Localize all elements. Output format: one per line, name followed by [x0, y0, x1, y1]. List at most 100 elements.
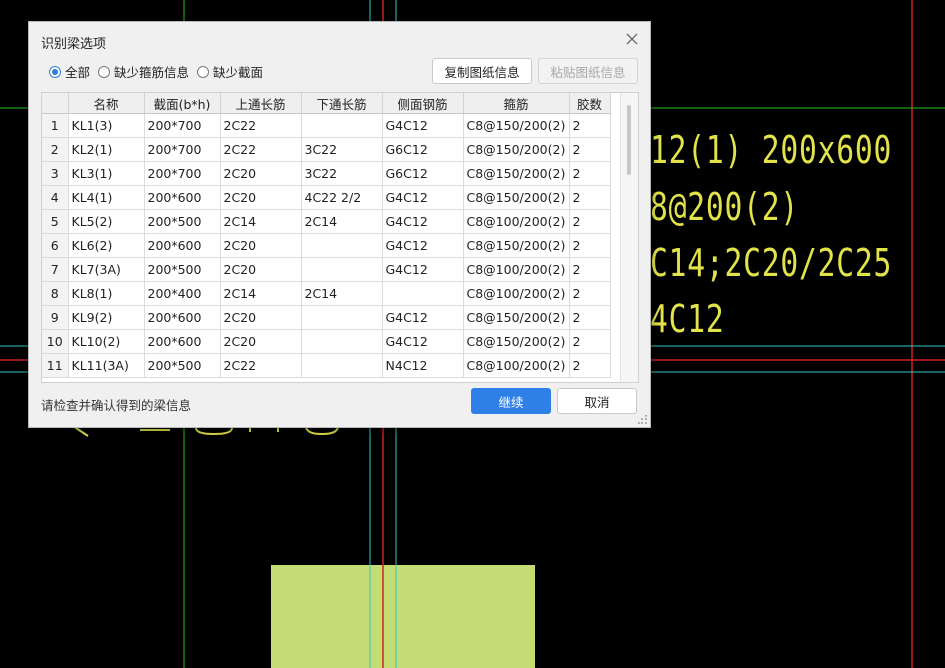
cell-stirrup[interactable]: C8@100/200(2) [463, 353, 570, 378]
cell-leg-count[interactable]: 2 [569, 161, 611, 186]
cell-stirrup[interactable]: C8@150/200(2) [463, 113, 570, 138]
cell-section-size[interactable]: 200*600 [144, 329, 221, 354]
cell-stirrup[interactable]: C8@150/200(2) [463, 137, 570, 162]
table-row[interactable]: 2 KL2(1) 200*700 2C22 3C22 G6C12 C8@150/200(2)… [42, 137, 611, 162]
cell-stirrup[interactable]: C8@100/200(2) [463, 257, 570, 282]
cell-top-rebar[interactable]: 2C14 [220, 281, 302, 306]
cell-bottom-rebar[interactable]: 3C22 [301, 137, 383, 162]
cell-stirrup[interactable]: C8@150/200(2) [463, 185, 570, 210]
cell-bottom-rebar[interactable] [301, 353, 383, 378]
cell-beam-name[interactable]: KL11(3A) [68, 353, 145, 378]
table-row[interactable]: 5 KL5(2) 200*500 2C14 2C14 G4C12 C8@100/200(2)… [42, 209, 611, 234]
table-row[interactable]: 6 KL6(2) 200*600 2C20 G4C12 C8@150/200(2) 2 [42, 233, 611, 258]
cell-section-size[interactable]: 200*600 [144, 185, 221, 210]
table-row[interactable]: 9 KL9(2) 200*600 2C20 G4C12 C8@150/200(2) 2 [42, 305, 611, 330]
cell-top-rebar[interactable]: 2C20 [220, 257, 302, 282]
cell-bottom-rebar[interactable] [301, 329, 383, 354]
cell-bottom-rebar[interactable] [301, 257, 383, 282]
cell-stirrup[interactable]: C8@150/200(2) [463, 161, 570, 186]
cell-bottom-rebar[interactable] [301, 305, 383, 330]
cell-side-rebar[interactable]: G6C12 [382, 137, 464, 162]
table-row[interactable]: 3 KL3(1) 200*700 2C20 3C22 G6C12 C8@150/200(2)… [42, 161, 611, 186]
cell-side-rebar[interactable]: N4C12 [382, 353, 464, 378]
cell-row-index[interactable]: 9 [42, 305, 69, 330]
resize-grip-icon[interactable] [638, 415, 648, 425]
table-row[interactable]: 1 KL1(3) 200*700 2C22 G4C12 C8@150/200(2) 2 [42, 113, 611, 138]
cell-side-rebar[interactable]: G4C12 [382, 209, 464, 234]
column-header-side-rebar[interactable]: 侧面钢筋 [382, 93, 464, 114]
table-row[interactable]: 10 KL10(2) 200*600 2C20 G4C12 C8@150/200(2) 2 [42, 329, 611, 354]
cell-beam-name[interactable]: KL3(1) [68, 161, 145, 186]
cell-top-rebar[interactable]: 2C14 [220, 209, 302, 234]
cell-row-index[interactable]: 7 [42, 257, 69, 282]
cell-row-index[interactable]: 1 [42, 113, 69, 138]
cell-side-rebar[interactable]: G4C12 [382, 185, 464, 210]
cell-side-rebar[interactable]: G6C12 [382, 161, 464, 186]
cell-section-size[interactable]: 200*500 [144, 209, 221, 234]
cell-leg-count[interactable]: 2 [569, 233, 611, 258]
cell-top-rebar[interactable]: 2C20 [220, 185, 302, 210]
cell-top-rebar[interactable]: 2C20 [220, 161, 302, 186]
cell-stirrup[interactable]: C8@150/200(2) [463, 233, 570, 258]
radio-unselected-icon[interactable] [98, 65, 111, 78]
cell-section-size[interactable]: 200*500 [144, 353, 221, 378]
radio-missing-section[interactable]: 缺少截面 [197, 62, 263, 81]
table-row[interactable]: 8 KL8(1) 200*400 2C14 2C14 C8@100/200(2) 2 [42, 281, 611, 306]
paste-drawing-info-button[interactable]: 粘贴图纸信息 [538, 58, 638, 84]
column-header-stirrup[interactable]: 箍筋 [463, 93, 570, 114]
cell-section-size[interactable]: 200*700 [144, 161, 221, 186]
scrollbar-thumb[interactable] [627, 105, 631, 175]
continue-button[interactable]: 继续 [471, 388, 551, 414]
cell-top-rebar[interactable]: 2C22 [220, 353, 302, 378]
cancel-button[interactable]: 取消 [557, 388, 637, 414]
cell-section-size[interactable]: 200*400 [144, 281, 221, 306]
column-header-section[interactable]: 截面(b*h) [144, 93, 221, 114]
cell-top-rebar[interactable]: 2C22 [220, 113, 302, 138]
cell-bottom-rebar[interactable]: 2C14 [301, 281, 383, 306]
beam-info-table[interactable]: 名称 截面(b*h) 上通长筋 下通长筋 侧面钢筋 箍筋 胶数 1 KL1(3) 2… [41, 92, 639, 383]
copy-drawing-info-button[interactable]: 复制图纸信息 [432, 58, 532, 84]
cell-bottom-rebar[interactable] [301, 233, 383, 258]
table-row[interactable]: 11 KL11(3A) 200*500 2C22 N4C12 C8@100/200(2) 2 [42, 353, 611, 378]
cell-stirrup[interactable]: C8@100/200(2) [463, 209, 570, 234]
cell-side-rebar[interactable]: G4C12 [382, 305, 464, 330]
cell-row-index[interactable]: 3 [42, 161, 69, 186]
cell-leg-count[interactable]: 2 [569, 137, 611, 162]
column-header-index[interactable] [42, 93, 69, 114]
cell-top-rebar[interactable]: 2C22 [220, 137, 302, 162]
cell-side-rebar[interactable] [382, 281, 464, 306]
cell-side-rebar[interactable]: G4C12 [382, 113, 464, 138]
cell-beam-name[interactable]: KL2(1) [68, 137, 145, 162]
radio-unselected-icon[interactable] [197, 65, 210, 78]
cell-stirrup[interactable]: C8@150/200(2) [463, 305, 570, 330]
cell-row-index[interactable]: 6 [42, 233, 69, 258]
cell-bottom-rebar[interactable]: 4C22 2/2 [301, 185, 383, 210]
cell-leg-count[interactable]: 2 [569, 113, 611, 138]
cell-row-index[interactable]: 2 [42, 137, 69, 162]
radio-selected-icon[interactable] [49, 65, 61, 78]
cell-top-rebar[interactable]: 2C20 [220, 233, 302, 258]
cell-row-index[interactable]: 11 [42, 353, 69, 378]
cell-beam-name[interactable]: KL4(1) [68, 185, 145, 210]
cell-leg-count[interactable]: 2 [569, 353, 611, 378]
cell-beam-name[interactable]: KL8(1) [68, 281, 145, 306]
cell-beam-name[interactable]: KL6(2) [68, 233, 145, 258]
table-row[interactable]: 7 KL7(3A) 200*500 2C20 G4C12 C8@100/200(2) 2 [42, 257, 611, 282]
cell-section-size[interactable]: 200*700 [144, 113, 221, 138]
cell-row-index[interactable]: 4 [42, 185, 69, 210]
cell-section-size[interactable]: 200*700 [144, 137, 221, 162]
cell-beam-name[interactable]: KL9(2) [68, 305, 145, 330]
cell-bottom-rebar[interactable] [301, 113, 383, 138]
cell-top-rebar[interactable]: 2C20 [220, 305, 302, 330]
cell-stirrup[interactable]: C8@150/200(2) [463, 329, 570, 354]
cell-beam-name[interactable]: KL10(2) [68, 329, 145, 354]
radio-missing-stirrup[interactable]: 缺少箍筋信息 [98, 62, 189, 81]
column-header-bottom-rebar[interactable]: 下通长筋 [301, 93, 383, 114]
cell-beam-name[interactable]: KL5(2) [68, 209, 145, 234]
close-icon[interactable] [624, 31, 640, 47]
table-row[interactable]: 4 KL4(1) 200*600 2C20 4C22 2/2 G4C12 C8@150/20… [42, 185, 611, 210]
column-header-top-rebar[interactable]: 上通长筋 [220, 93, 302, 114]
cell-section-size[interactable]: 200*500 [144, 257, 221, 282]
cell-leg-count[interactable]: 2 [569, 305, 611, 330]
cell-leg-count[interactable]: 2 [569, 257, 611, 282]
